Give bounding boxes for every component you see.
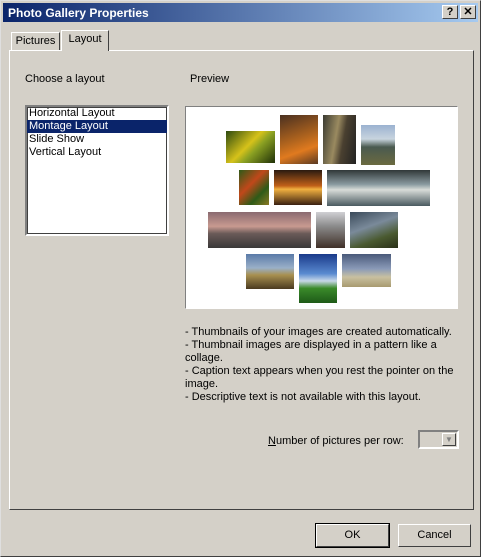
layout-option-slide-show[interactable]: Slide Show (27, 133, 167, 146)
tab-pictures[interactable]: Pictures (11, 32, 60, 51)
help-button[interactable]: ? (442, 5, 458, 19)
layout-listbox[interactable]: Horizontal Layout Montage Layout Slide S… (25, 105, 169, 236)
tab-layout[interactable]: Layout (61, 30, 109, 51)
thumbnail-canyon (316, 212, 345, 248)
title-bar[interactable]: Photo Gallery Properties ? ✕ (3, 3, 478, 22)
cancel-button[interactable]: Cancel (398, 524, 471, 547)
pictures-per-row-label: Number of pictures per row: (268, 435, 404, 447)
layout-description: - Thumbnails of your images are created … (185, 326, 465, 404)
pictures-per-row-label-text: umber of pictures per row: (275, 435, 404, 447)
layout-option-montage[interactable]: Montage Layout (27, 120, 167, 133)
thumbnail-waves (327, 170, 430, 206)
preview-area (185, 106, 458, 309)
pictures-per-row-accelerator: N (268, 435, 276, 447)
pictures-per-row-dropdown[interactable]: ▼ (418, 430, 459, 449)
thumbnail-pier (208, 212, 311, 248)
layout-option-horizontal[interactable]: Horizontal Layout (27, 107, 167, 120)
thumbnail-mountains (361, 125, 395, 165)
description-line: - Thumbnail images are displayed in a pa… (185, 339, 437, 364)
description-line: - Thumbnails of your images are created … (185, 326, 452, 338)
description-line: - Descriptive text is not available with… (185, 391, 421, 403)
thumbnail-railroad (323, 115, 356, 164)
thumbnail-flower (226, 131, 275, 163)
thumbnail-dunes (342, 254, 391, 287)
dialog-window: Photo Gallery Properties ? ✕ Pictures La… (0, 0, 481, 557)
layout-option-vertical[interactable]: Vertical Layout (27, 146, 167, 159)
description-line: - Caption text appears when you rest the… (185, 365, 454, 390)
thumbnail-field (299, 254, 337, 303)
preview-label: Preview (190, 73, 230, 85)
chevron-down-icon[interactable]: ▼ (442, 433, 456, 446)
thumbnail-apples (239, 170, 269, 205)
thumbnail-valley (350, 212, 398, 248)
close-button[interactable]: ✕ (460, 5, 476, 19)
window-title: Photo Gallery Properties (8, 6, 149, 20)
choose-layout-label: Choose a layout (25, 73, 105, 85)
thumbnail-pumpkins (280, 115, 318, 164)
thumbnail-trees (246, 254, 294, 289)
thumbnail-sunset (274, 170, 322, 205)
ok-button[interactable]: OK (315, 523, 390, 548)
